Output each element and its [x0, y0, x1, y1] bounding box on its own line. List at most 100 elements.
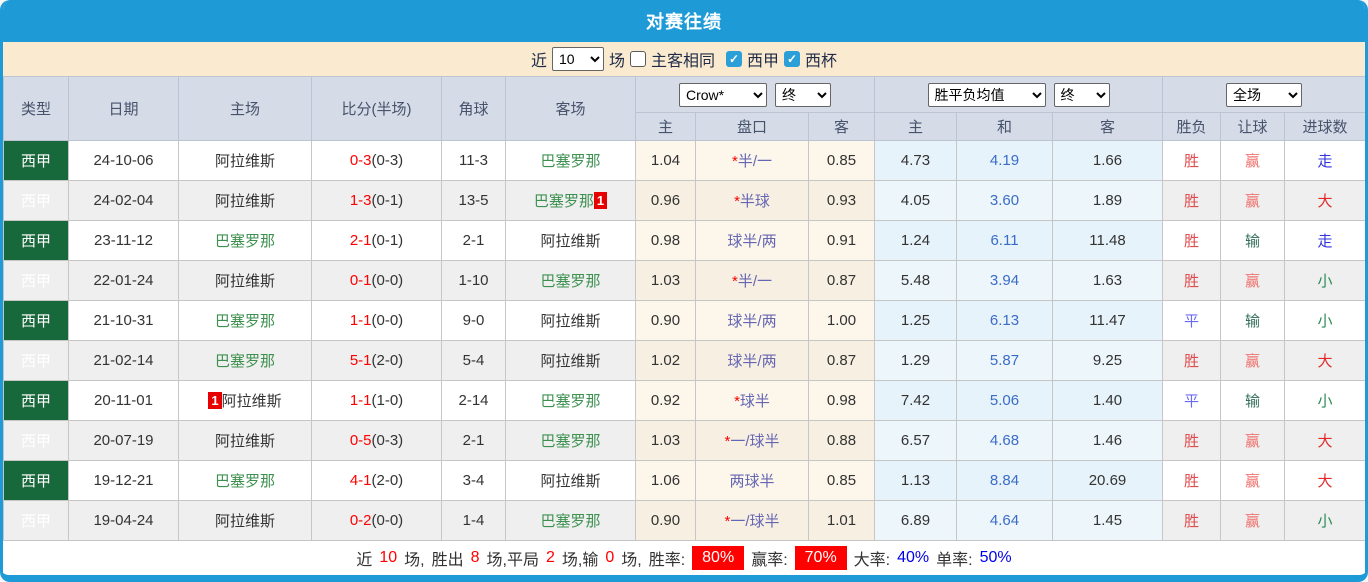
- crow-home-odds: 0.92: [635, 380, 696, 421]
- avg-away-odds: 11.48: [1052, 220, 1163, 261]
- win-rate-label: 胜率:: [648, 552, 686, 569]
- away-red-card-badge: 1: [593, 192, 608, 209]
- handicap-line: 球半/两: [727, 313, 777, 330]
- scope-select[interactable]: 全场: [1226, 82, 1303, 107]
- avg-draw-odds: 6.13: [956, 300, 1053, 341]
- avg-draw-odds: 5.87: [956, 340, 1053, 381]
- home-team-name: 巴塞罗那: [214, 473, 275, 490]
- score-cell: 1-1(0-0): [311, 300, 442, 341]
- summary-recent-label: 近: [356, 552, 373, 569]
- crow-away-odds: 0.87: [808, 260, 875, 301]
- recent-count-select[interactable]: 10: [551, 47, 604, 71]
- handicap-cell: 两球半: [695, 460, 809, 501]
- goals-result: 大: [1283, 340, 1365, 381]
- table-row: 西甲 23-11-12 巴塞罗那 2-1(0-1) 2-1 阿拉维斯 0.98 …: [3, 220, 1365, 261]
- corners-score: 2-1: [441, 220, 506, 261]
- match-date: 19-04-24: [68, 500, 179, 541]
- home-team-name: 阿拉维斯: [214, 193, 275, 210]
- fulltime-score: 2-1: [349, 232, 372, 249]
- score-cell: 0-2(0-0): [311, 500, 442, 541]
- away-team-cell: 阿拉维斯: [505, 300, 636, 341]
- copa-checkbox[interactable]: ✓: [784, 51, 801, 67]
- filter-bar: 近 10 场 主客相同 ✓ 西甲 ✓ 西杯: [3, 42, 1365, 76]
- subheader-handicap-result: 让球: [1220, 112, 1285, 141]
- crow-away-odds: 0.88: [808, 420, 875, 461]
- winlose-result: 胜: [1162, 180, 1221, 221]
- over-rate-value: 40%: [897, 549, 930, 566]
- corners-score: 2-1: [441, 420, 506, 461]
- corners-score: 9-0: [441, 300, 506, 341]
- handicap-cell: *半/一: [695, 260, 809, 301]
- crow-away-odds: 1.00: [808, 300, 875, 341]
- handicap-line: 半/一: [737, 273, 772, 290]
- fulltime-score: 5-1: [349, 352, 372, 369]
- home-team-cell: 巴塞罗那: [178, 340, 312, 381]
- halftime-score: (0-3): [371, 152, 404, 169]
- handicap-cell: *球半: [695, 380, 809, 421]
- handicap-result: 赢: [1220, 420, 1285, 461]
- halftime-score: (0-0): [371, 512, 404, 529]
- avg-draw-odds: 4.64: [956, 500, 1053, 541]
- handicap-line: 两球半: [729, 473, 775, 490]
- check-icon: ✓: [786, 52, 798, 66]
- avg-away-odds: 1.46: [1052, 420, 1163, 461]
- table-row: 西甲 20-07-19 阿拉维斯 0-5(0-3) 2-1 巴塞罗那 1.03 …: [3, 420, 1365, 461]
- recent-label: 近: [530, 53, 547, 70]
- score-cell: 1-1(1-0): [311, 380, 442, 421]
- avg-source-select[interactable]: 胜平负均值: [927, 82, 1046, 107]
- summary-bar: 近 10 场, 胜出 8 场,平局 2 场,输 0 场, 胜率: 80% 赢率:…: [3, 541, 1365, 575]
- home-team-name: 阿拉维斯: [221, 393, 282, 410]
- crow-home-odds: 1.03: [635, 420, 696, 461]
- col-header-date: 日期: [68, 76, 179, 141]
- away-team-name: 阿拉维斯: [540, 353, 601, 370]
- summary-draws-label: 场,平局: [486, 552, 539, 569]
- score-cell: 0-5(0-3): [311, 420, 442, 461]
- avg-time-select[interactable]: 终: [1053, 82, 1110, 107]
- col-header-score: 比分(半场): [311, 76, 442, 141]
- match-date: 24-10-06: [68, 140, 179, 181]
- avg-away-odds: 1.40: [1052, 380, 1163, 421]
- away-team-name: 巴塞罗那: [540, 273, 601, 290]
- corners-score: 1-10: [441, 260, 506, 301]
- corners-score: 2-14: [441, 380, 506, 421]
- handicap-cell: *半球: [695, 180, 809, 221]
- match-date: 21-02-14: [68, 340, 179, 381]
- home-team-name: 巴塞罗那: [214, 313, 275, 330]
- halftime-score: (0-0): [371, 312, 404, 329]
- score-cell: 1-3(0-1): [311, 180, 442, 221]
- summary-games-unit: 场,: [404, 552, 425, 569]
- away-team-name: 阿拉维斯: [540, 473, 601, 490]
- score-cell: 0-1(0-0): [311, 260, 442, 301]
- home-team-cell: 巴塞罗那: [178, 220, 312, 261]
- same-venue-label: 主客相同: [650, 53, 715, 70]
- handicap-cell: *半/一: [695, 140, 809, 181]
- same-venue-checkbox[interactable]: [629, 51, 646, 67]
- away-team-cell: 巴塞罗那: [505, 500, 636, 541]
- win-rate-badge: 80%: [692, 546, 745, 570]
- home-team-cell: 阿拉维斯: [178, 260, 312, 301]
- summary-wins-label: 胜出: [431, 552, 464, 569]
- away-team-name: 巴塞罗那: [540, 393, 601, 410]
- check-icon: ✓: [728, 52, 740, 66]
- crow-time-select[interactable]: 终: [775, 82, 831, 107]
- halftime-score: (2-0): [371, 352, 404, 369]
- handicap-result: 赢: [1220, 180, 1285, 221]
- summary-wins-count: 8: [470, 549, 480, 566]
- games-label: 场: [608, 53, 625, 70]
- home-team-name: 阿拉维斯: [214, 153, 275, 170]
- home-team-name: 巴塞罗那: [214, 233, 275, 250]
- winlose-result: 胜: [1162, 340, 1221, 381]
- fulltime-score: 1-3: [349, 192, 372, 209]
- corners-score: 13-5: [441, 180, 506, 221]
- handicap-result: 输: [1220, 220, 1285, 261]
- avg-away-odds: 20.69: [1052, 460, 1163, 501]
- table-row: 西甲 22-01-24 阿拉维斯 0-1(0-0) 1-10 巴塞罗那 1.03…: [3, 260, 1365, 301]
- crow-source-select[interactable]: Crow*: [679, 82, 767, 107]
- laliga-checkbox[interactable]: ✓: [726, 51, 742, 67]
- halftime-score: (0-0): [371, 272, 404, 289]
- h2h-table: 类型 日期 主场 比分(半场) 角球 客场 Crow* 终 胜平负均值 终 全场…: [3, 76, 1365, 541]
- subheader-crow-home: 主: [635, 112, 696, 141]
- match-date: 24-02-04: [68, 180, 179, 221]
- avg-away-odds: 11.47: [1052, 300, 1163, 341]
- home-team-name: 阿拉维斯: [214, 433, 275, 450]
